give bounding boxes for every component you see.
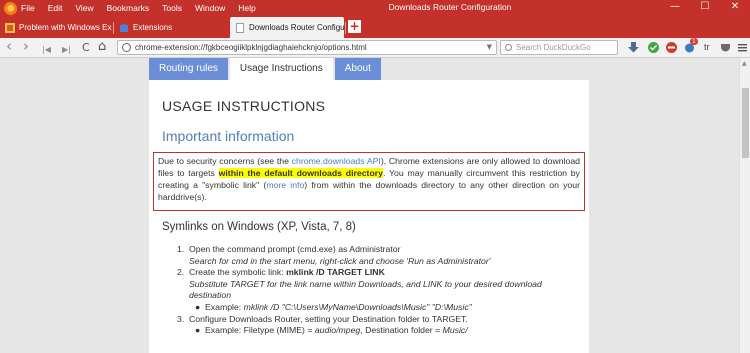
search-input[interactable] (516, 43, 616, 52)
address-bar[interactable]: chrome-extension://fgkbceogiiklpklnjgdia… (117, 40, 497, 55)
menu-view[interactable]: View (75, 3, 93, 13)
tab-label: Problem with Windows Expl (19, 23, 112, 32)
tab-problem-with-windows[interactable]: Problem with Windows Expl (0, 17, 112, 38)
important-info-heading: Important information (162, 128, 295, 144)
example-command: mklink /D "C:\Users\MyName\Downloads\Mus… (243, 301, 472, 312)
list-item: 2. Create the symbolic link: mklink /D T… (177, 267, 577, 279)
check-shield-icon[interactable] (648, 42, 659, 53)
step-number: 3. (177, 313, 185, 324)
maximize-button[interactable]: ☐ (690, 0, 720, 15)
menu-file[interactable]: File (21, 3, 35, 13)
hamburger-menu-icon[interactable] (737, 42, 748, 53)
example-item: ● Example: mklink /D "C:\Users\MyName\Do… (177, 302, 577, 314)
translate-button[interactable]: tr (704, 42, 710, 52)
tab-strip: Problem with Windows Expl Extensions Dow… (0, 16, 750, 38)
example-label: , Destination folder = (360, 325, 443, 336)
menu-bookmarks[interactable]: Bookmarks (107, 3, 150, 13)
tenforums-favicon-icon (5, 22, 15, 33)
step-number: 2. (177, 267, 185, 278)
minimize-button[interactable]: — (660, 0, 690, 15)
first-page-button[interactable]: |◀ (42, 42, 51, 58)
chevron-down-icon[interactable]: ▼ (487, 43, 492, 51)
symlinks-heading: Symlinks on Windows (XP, Vista, 7, 8) (162, 221, 356, 233)
example-text: Example: mklink /D "C:\Users\MyName\Down… (205, 302, 472, 314)
site-info-icon (122, 43, 131, 52)
puzzle-piece-icon (120, 23, 128, 32)
window-title: Downloads Router Configuration (388, 2, 512, 12)
para-text: Due to security concerns (see the (158, 156, 292, 166)
back-button[interactable]: ‹ (6, 38, 12, 54)
last-page-button[interactable]: ▶| (62, 42, 71, 58)
step-text: Configure Downloads Router, setting your… (189, 313, 468, 324)
pocket-icon[interactable] (720, 42, 731, 53)
tab-extensions[interactable]: Extensions (114, 17, 226, 38)
page-title: USAGE INSTRUCTIONS (162, 98, 326, 114)
vertical-scrollbar[interactable]: ▲ (739, 58, 750, 353)
step-text: Create the symbolic link: mklink /D TARG… (189, 267, 385, 279)
block-icon[interactable] (666, 42, 677, 53)
step-subtext: Substitute TARGET for the link name with… (189, 278, 542, 301)
forward-button[interactable]: › (23, 38, 29, 54)
tab-label: Downloads Router Configur (249, 23, 344, 32)
example-item: ● Example: Filetype (MIME) = audio/mpeg,… (177, 325, 577, 337)
search-icon (505, 44, 512, 51)
close-window-button[interactable]: ✕ (720, 0, 750, 15)
important-info-paragraph: Due to security concerns (see the chrome… (158, 155, 580, 203)
menu-bar: File Edit View Bookmarks Tools Window He… (0, 0, 269, 16)
home-button[interactable]: ⌂ (98, 39, 106, 55)
bullet-icon: ● (195, 325, 201, 336)
example-label: Example: (205, 301, 244, 312)
example-label: Example: Filetype (MIME) = (205, 325, 315, 336)
new-tab-button[interactable]: + (348, 20, 361, 33)
scroll-thumb[interactable] (742, 88, 749, 158)
instructions-card: USAGE INSTRUCTIONS Important information… (149, 80, 589, 353)
bullet-icon: ● (195, 301, 201, 312)
chrome-downloads-api-link[interactable]: chrome.downloads API (292, 156, 381, 166)
highlighted-text: within the default downloads directory (218, 168, 383, 178)
page-icon (236, 22, 244, 33)
tab-about[interactable]: About (334, 58, 381, 80)
step-subtext: Search for cmd in the start menu, right-… (189, 255, 491, 266)
step-number: 1. (177, 244, 185, 254)
menu-window[interactable]: Window (195, 3, 225, 13)
steps-list: 1. Open the command prompt (cmd.exe) as … (177, 244, 577, 337)
navigation-bar: ‹ › |◀ ▶| C ⌂ chrome-extension://fgkbceo… (0, 38, 750, 58)
more-info-link[interactable]: more info (266, 180, 304, 190)
menu-edit[interactable]: Edit (48, 3, 63, 13)
tab-routing-rules[interactable]: Routing rules (149, 58, 228, 80)
list-item: 1. Open the command prompt (cmd.exe) as … (177, 244, 577, 256)
page-content: Routing rules Usage Instructions About U… (0, 58, 739, 353)
url-text: chrome-extension://fgkbceogiiklpklnjgdia… (135, 43, 367, 52)
reload-button[interactable]: C (82, 40, 90, 56)
menu-tools[interactable]: Tools (162, 3, 182, 13)
folder-value: Music/ (442, 325, 468, 336)
firefox-logo-icon (3, 1, 17, 16)
notification-badge: 1 (690, 38, 698, 45)
step-text: Open the command prompt (cmd.exe) as Adm… (189, 244, 401, 254)
command-text: mklink /D TARGET LINK (286, 267, 385, 278)
window-controls: — ☐ ✕ (660, 0, 750, 15)
download-arrow-icon[interactable] (628, 42, 639, 53)
menu-help[interactable]: Help (238, 3, 255, 13)
options-tabs: Routing rules Usage Instructions About (149, 58, 383, 80)
list-item: 3. Configure Downloads Router, setting y… (177, 314, 577, 326)
tab-label: Extensions (133, 23, 173, 32)
scroll-up-icon[interactable]: ▲ (742, 60, 747, 67)
example-text: Example: Filetype (MIME) = audio/mpeg, D… (205, 325, 468, 337)
search-bar[interactable] (500, 40, 618, 55)
tab-downloads-router[interactable]: Downloads Router Configur (230, 17, 344, 38)
tab-separator (345, 22, 346, 34)
mime-value: audio/mpeg (314, 325, 361, 336)
step-text-part: Create the symbolic link: (189, 267, 287, 278)
tab-usage-instructions[interactable]: Usage Instructions (229, 58, 333, 80)
